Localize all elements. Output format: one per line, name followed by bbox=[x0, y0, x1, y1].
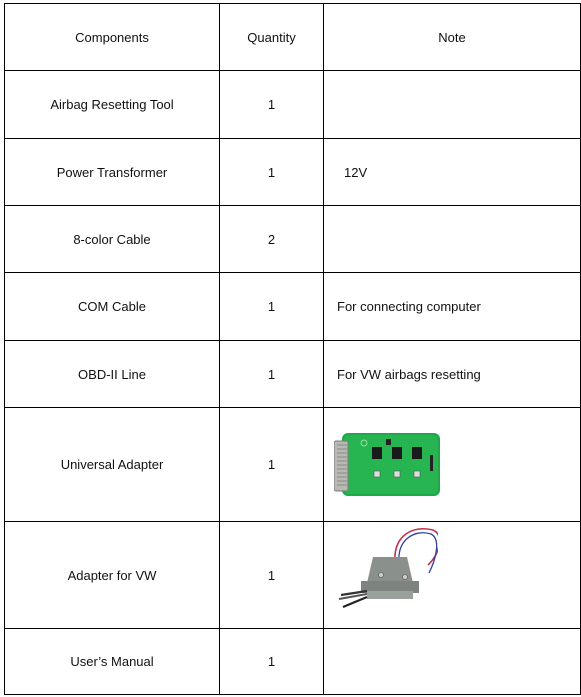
table-header-row: Components Quantity Note bbox=[4, 3, 581, 71]
universal-adapter-pcb-image bbox=[334, 433, 440, 496]
component-quantity: 1 bbox=[219, 521, 324, 629]
component-image-cell bbox=[323, 407, 581, 522]
component-name: Airbag Resetting Tool bbox=[4, 70, 220, 139]
header-quantity: Quantity bbox=[219, 3, 324, 71]
table-row: Adapter for VW 1 bbox=[4, 521, 581, 629]
component-note bbox=[323, 205, 581, 273]
component-note: For VW airbags resetting bbox=[323, 340, 581, 408]
table-row: Universal Adapter 1 bbox=[4, 407, 581, 522]
component-quantity: 2 bbox=[219, 205, 324, 273]
table-row: OBD-II Line 1 For VW airbags resetting bbox=[4, 340, 581, 408]
table-row: Power Transformer 1 12V bbox=[4, 138, 581, 206]
component-name: Adapter for VW bbox=[4, 521, 220, 629]
table-row: COM Cable 1 For connecting computer bbox=[4, 272, 581, 341]
component-name: Power Transformer bbox=[4, 138, 220, 206]
component-quantity: 1 bbox=[219, 272, 324, 341]
component-note bbox=[323, 628, 581, 695]
table-row: 8-color Cable 2 bbox=[4, 205, 581, 273]
component-name: 8-color Cable bbox=[4, 205, 220, 273]
component-note: 12V bbox=[323, 138, 581, 206]
component-quantity: 1 bbox=[219, 340, 324, 408]
header-components: Components bbox=[4, 3, 220, 71]
component-quantity: 1 bbox=[219, 407, 324, 522]
component-name: Universal Adapter bbox=[4, 407, 220, 522]
table-row: Airbag Resetting Tool 1 bbox=[4, 70, 581, 139]
component-name: COM Cable bbox=[4, 272, 220, 341]
header-note: Note bbox=[323, 3, 581, 71]
component-name: User’s Manual bbox=[4, 628, 220, 695]
components-table: Components Quantity Note Airbag Resettin… bbox=[4, 3, 581, 695]
component-image-cell bbox=[323, 521, 581, 629]
component-quantity: 1 bbox=[219, 628, 324, 695]
component-name: OBD-II Line bbox=[4, 340, 220, 408]
table-row: User’s Manual 1 bbox=[4, 628, 581, 695]
component-note: For connecting computer bbox=[323, 272, 581, 341]
component-quantity: 1 bbox=[219, 138, 324, 206]
component-note bbox=[323, 70, 581, 139]
vw-adapter-connector-image bbox=[338, 528, 438, 609]
component-quantity: 1 bbox=[219, 70, 324, 139]
